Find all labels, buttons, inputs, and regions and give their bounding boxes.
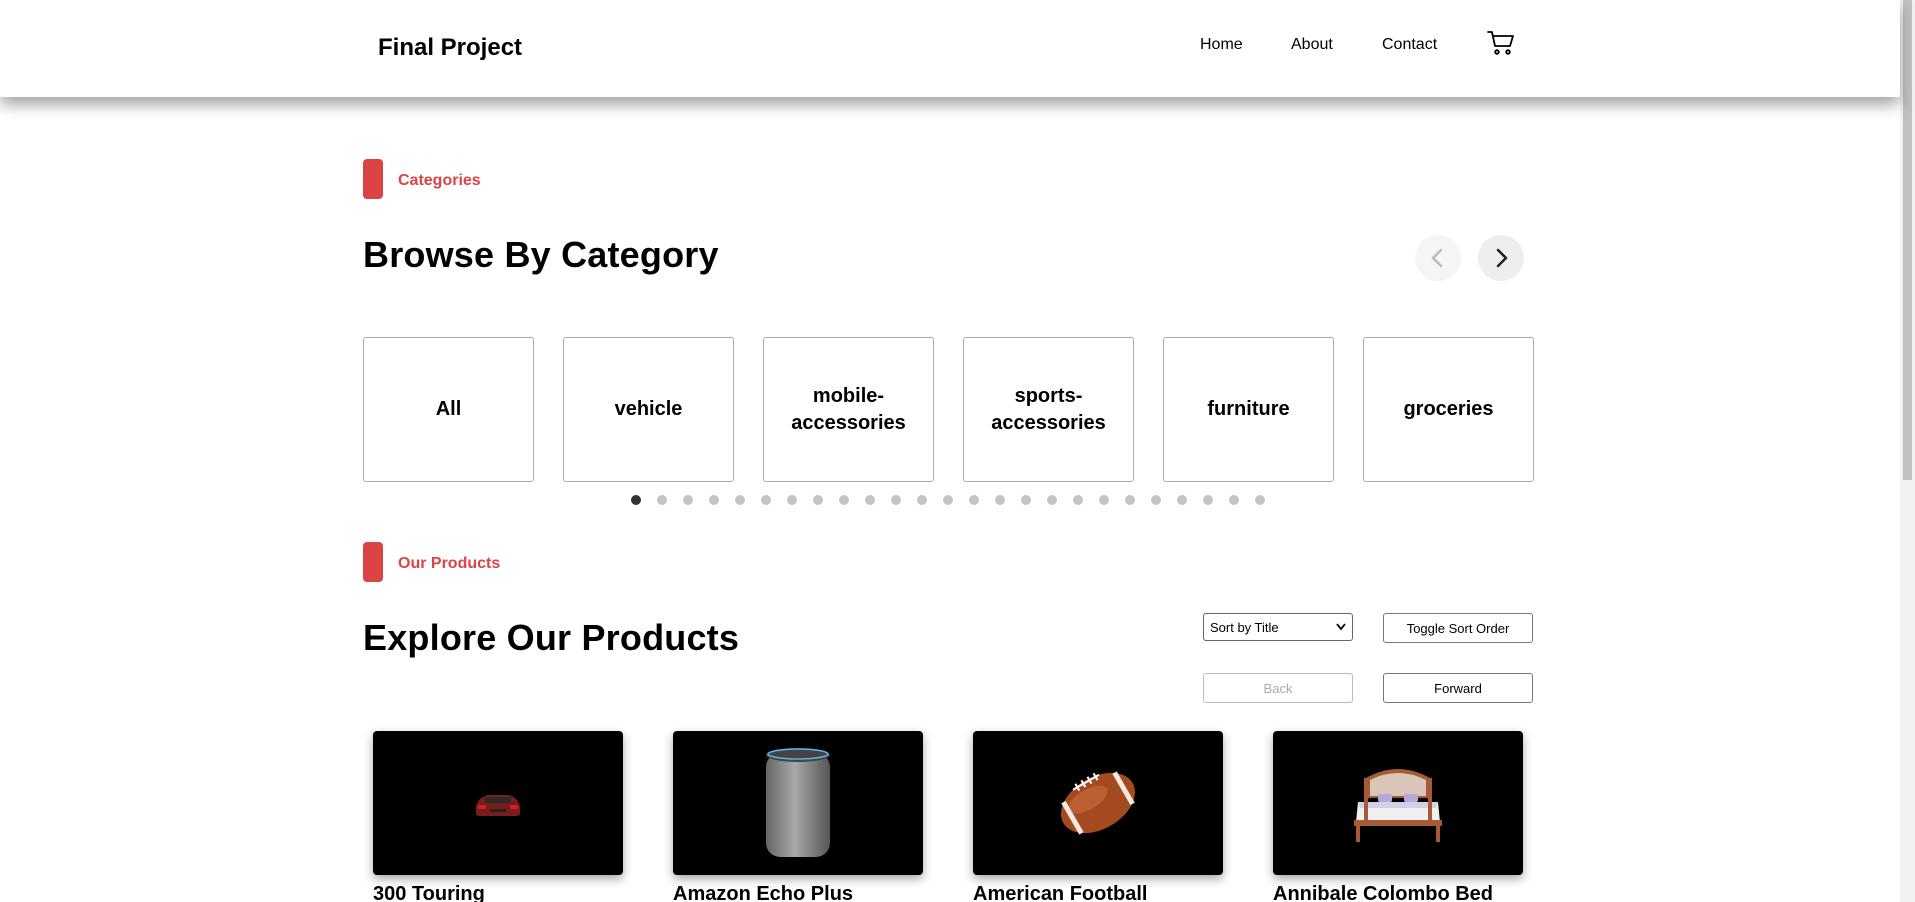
products-eyebrow: Our Products (398, 555, 501, 572)
carousel-dot[interactable] (1229, 495, 1239, 505)
cart-icon[interactable] (1486, 28, 1516, 58)
carousel-dot[interactable] (1047, 495, 1057, 505)
smart-speaker-image[interactable] (673, 731, 923, 875)
speaker-icon (766, 748, 830, 857)
product-card[interactable]: Annibale Colombo Bed (1273, 731, 1523, 902)
carousel-dot[interactable] (813, 495, 823, 505)
category-card-mobile-accessories[interactable]: mobile- accessories (763, 337, 934, 482)
category-card-groceries[interactable]: groceries (1363, 337, 1534, 482)
category-card-vehicle[interactable]: vehicle (563, 337, 734, 482)
carousel-dot[interactable] (787, 495, 797, 505)
carousel-dot[interactable] (1021, 495, 1031, 505)
carousel-dot[interactable] (969, 495, 979, 505)
product-title[interactable]: Annibale Colombo Bed (1273, 883, 1523, 902)
carousel-next-button[interactable] (1478, 235, 1524, 281)
nav-about-link[interactable]: About (1291, 36, 1333, 54)
carousel-dot[interactable] (761, 495, 771, 505)
back-button[interactable]: Back (1203, 673, 1353, 703)
site-header: Final Project Home About Contact (0, 0, 1900, 97)
category-card-sports-accessories[interactable]: sports- accessories (963, 337, 1134, 482)
bed-icon (1354, 769, 1442, 842)
product-card[interactable]: Amazon Echo Plus (673, 731, 923, 902)
nav-contact-link[interactable]: Contact (1382, 36, 1437, 54)
category-label: mobile- accessories (791, 384, 906, 434)
carousel-dot[interactable] (839, 495, 849, 505)
chevron-right-icon (1496, 248, 1508, 268)
carousel-pagination (631, 495, 1265, 505)
carousel-dot[interactable] (891, 495, 901, 505)
chevron-down-icon (1336, 623, 1346, 631)
carousel-dot[interactable] (709, 495, 719, 505)
carousel-dot[interactable] (657, 495, 667, 505)
category-label: vehicle (614, 398, 683, 420)
scrollbar-thumb[interactable] (1903, 0, 1912, 480)
nav-home-link[interactable]: Home (1200, 36, 1243, 54)
football-icon (1061, 771, 1135, 835)
product-title[interactable]: 300 Touring (373, 883, 623, 902)
product-card[interactable]: 300 Touring (373, 731, 623, 902)
category-label: groceries (1403, 398, 1494, 420)
carousel-prev-button[interactable] (1415, 235, 1461, 281)
football-image[interactable] (973, 731, 1223, 875)
brand-logo[interactable]: Final Project (378, 34, 522, 62)
carousel-dot[interactable] (995, 495, 1005, 505)
bed-image[interactable] (1273, 731, 1523, 875)
carousel-dot[interactable] (735, 495, 745, 505)
products-accent-bar (363, 542, 383, 582)
forward-button[interactable]: Forward (1383, 673, 1533, 703)
carousel-dot[interactable] (943, 495, 953, 505)
sort-select[interactable]: Sort by Title (1203, 613, 1353, 641)
sort-select-value: Sort by Title (1210, 619, 1279, 635)
category-label: All (435, 398, 462, 420)
carousel-dot[interactable] (1073, 495, 1083, 505)
carousel-dot[interactable] (1125, 495, 1135, 505)
product-title[interactable]: American Football (973, 883, 1223, 902)
carousel-dot[interactable] (865, 495, 875, 505)
toggle-sort-order-button[interactable]: Toggle Sort Order (1383, 613, 1533, 643)
product-title[interactable]: Amazon Echo Plus (673, 883, 923, 902)
carousel-dot[interactable] (631, 495, 641, 505)
carousel-dot[interactable] (1151, 495, 1161, 505)
page-scrollbar[interactable] (1900, 0, 1915, 902)
explore-products-title: Explore Our Products (363, 617, 740, 658)
product-card[interactable]: American Football (973, 731, 1223, 902)
browse-by-category-title: Browse By Category (363, 234, 719, 275)
category-card-all[interactable]: All (363, 337, 534, 482)
carousel-dot[interactable] (917, 495, 927, 505)
car-icon (476, 795, 520, 816)
categories-accent-bar (363, 159, 383, 199)
categories-eyebrow: Categories (398, 172, 481, 189)
car-image[interactable] (373, 731, 623, 875)
carousel-dot[interactable] (1177, 495, 1187, 505)
category-label: furniture (1207, 398, 1290, 420)
chevron-left-icon (1431, 248, 1443, 268)
carousel-dot[interactable] (1255, 495, 1265, 505)
category-label: sports- accessories (991, 384, 1106, 434)
carousel-dot[interactable] (1203, 495, 1213, 505)
carousel-dot[interactable] (683, 495, 693, 505)
carousel-dot[interactable] (1099, 495, 1109, 505)
category-card-furniture[interactable]: furniture (1163, 337, 1334, 482)
